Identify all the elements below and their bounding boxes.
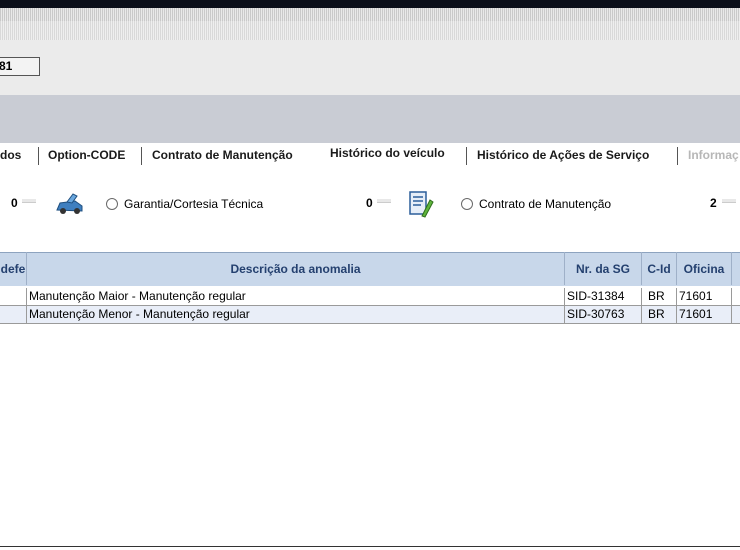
cell-nr-sg: SID-31384 [565, 288, 642, 305]
count-first: 0 [11, 196, 18, 210]
column-header-descricao[interactable]: Descrição da anomalia [27, 252, 565, 285]
table-row[interactable]: Manutenção Maior - Manutenção regular SI… [0, 288, 740, 306]
cell-c-id: BR [642, 306, 677, 323]
tab-informacoes: Informaç [688, 148, 739, 162]
title-stripe [0, 8, 740, 21]
status-divider [0, 546, 740, 547]
cell-defeito [0, 306, 27, 323]
tab-historico-veiculo[interactable]: Histórico do veículo [330, 146, 445, 160]
column-header-c-id[interactable]: C-Id [642, 252, 677, 285]
radio-garantia[interactable] [106, 198, 118, 210]
tab-contrato-manutencao[interactable]: Contrato de Manutenção [152, 148, 293, 162]
count-garantia: 0 [366, 196, 373, 210]
tab-option-code[interactable]: Option-CODE [48, 148, 125, 162]
tab-separator [141, 147, 142, 165]
toolbar-band [0, 95, 740, 143]
cell-oficina: 71601 [677, 288, 732, 305]
tab-separator [677, 147, 678, 165]
maintenance-contract-icon [408, 190, 434, 218]
car-repair-icon [55, 192, 85, 216]
count-contrato: 2 [710, 196, 717, 210]
tab-historico-acoes[interactable]: Histórico de Ações de Serviço [477, 148, 649, 162]
tab-separator [466, 147, 467, 165]
cell-defeito [0, 288, 27, 305]
count-bar [377, 199, 391, 203]
radio-garantia-label: Garantia/Cortesia Técnica [124, 197, 264, 211]
count-bar [22, 199, 36, 203]
cell-nr-sg: SID-30763 [565, 306, 642, 323]
radio-contrato-label: Contrato de Manutenção [479, 197, 612, 211]
cell-c-id: BR [642, 288, 677, 305]
header-stripe [0, 21, 740, 40]
column-header-nr-sg[interactable]: Nr. da SG [565, 252, 642, 285]
column-header-oficina[interactable]: Oficina [677, 252, 732, 285]
vehicle-number-field[interactable]: 81 [0, 57, 40, 76]
column-header-defeito[interactable]: defe [0, 252, 27, 285]
count-bar [722, 199, 736, 203]
cell-oficina: 71601 [677, 306, 732, 323]
table-row[interactable]: Manutenção Menor - Manutenção regular SI… [0, 306, 740, 324]
cell-descricao: Manutenção Maior - Manutenção regular [27, 288, 565, 305]
vehicle-info-panel [0, 40, 740, 95]
radio-contrato[interactable] [461, 198, 473, 210]
tab-dados[interactable]: dos [0, 148, 21, 162]
tab-separator [38, 147, 39, 165]
cell-descricao: Manutenção Menor - Manutenção regular [27, 306, 565, 323]
